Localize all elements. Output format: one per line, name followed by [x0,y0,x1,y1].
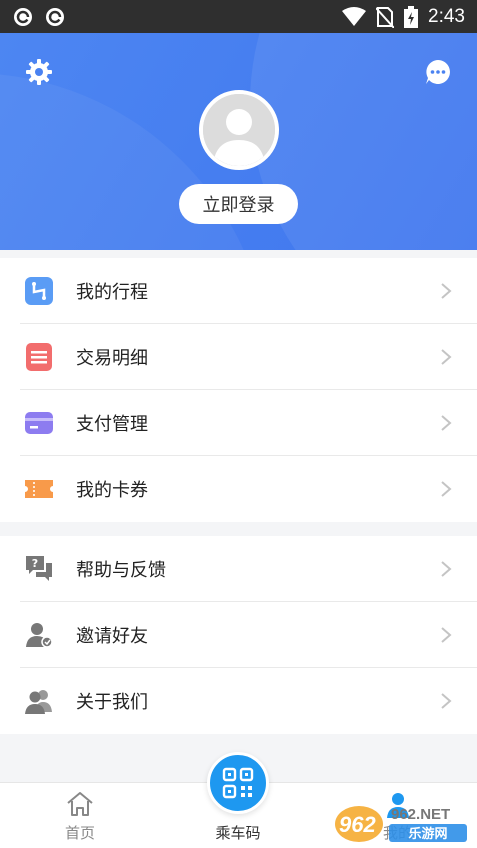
battery-charging-icon [404,5,419,28]
chevron-right-icon [441,283,452,299]
svg-text:?: ? [32,557,38,570]
status-right: 2:43 [342,5,465,28]
status-left [12,6,66,28]
chevron-right-icon [441,627,452,643]
home-icon [67,792,93,816]
default-avatar-icon [203,94,275,166]
tab-home[interactable]: 首页 [20,783,140,848]
gear-icon [26,59,52,85]
invite-friend-icon [24,620,54,650]
about-us-icon [24,686,54,716]
watermark-text-top: 962.NET [391,806,450,823]
tab-label: 乘车码 [215,824,261,842]
status-bar: 2:43 [0,0,477,33]
settings-button[interactable] [24,57,54,87]
menu-item-coupons[interactable]: 我的卡券 [0,456,477,522]
chevron-right-icon [441,415,452,431]
menu-item-label: 我的卡券 [76,480,148,501]
chevron-right-icon [441,349,452,365]
chat-bubble-icon [426,60,450,84]
watermark-logo: 962 962.NET 乐游网 [333,802,473,844]
menu-group-main: 我的行程 交易明细 支付管理 我的卡券 [0,258,477,522]
menu-item-about[interactable]: 关于我们 [0,668,477,734]
sync-icon [46,7,64,26]
trip-icon [24,276,54,306]
avatar[interactable] [199,90,279,170]
menu-item-invite[interactable]: 邀请好友 [0,602,477,668]
profile-header: 立即登录 [0,33,477,250]
menu-item-label: 支付管理 [76,414,148,435]
chevron-right-icon [441,561,452,577]
menu-item-label: 邀请好友 [76,626,148,647]
menu-item-label: 我的行程 [76,282,148,303]
payment-card-icon [24,408,54,438]
coupon-icon [24,474,54,504]
menu-item-label: 帮助与反馈 [76,560,166,581]
sync-icon [14,7,32,26]
message-button[interactable] [423,57,453,87]
tab-label: 首页 [64,824,95,842]
ride-code-button[interactable] [207,752,269,814]
help-feedback-icon: ? [24,554,54,584]
watermark-text-bottom: 乐游网 [408,826,447,842]
wifi-icon [342,6,367,26]
svg-text:962: 962 [339,812,376,837]
chevron-right-icon [441,481,452,497]
chevron-right-icon [441,693,452,709]
menu-item-transactions[interactable]: 交易明细 [0,324,477,390]
status-time: 2:43 [428,5,465,27]
menu-item-trips[interactable]: 我的行程 [0,258,477,324]
qr-code-icon [222,767,254,799]
menu-item-payment[interactable]: 支付管理 [0,390,477,456]
menu-group-other: ? 帮助与反馈 邀请好友 关于我们 [0,536,477,734]
login-button[interactable]: 立即登录 [179,184,298,224]
menu-item-help[interactable]: ? 帮助与反馈 [0,536,477,602]
menu-item-label: 交易明细 [76,348,148,369]
menu-item-label: 关于我们 [76,692,148,713]
transaction-icon [24,342,54,372]
no-sim-icon [376,6,395,28]
